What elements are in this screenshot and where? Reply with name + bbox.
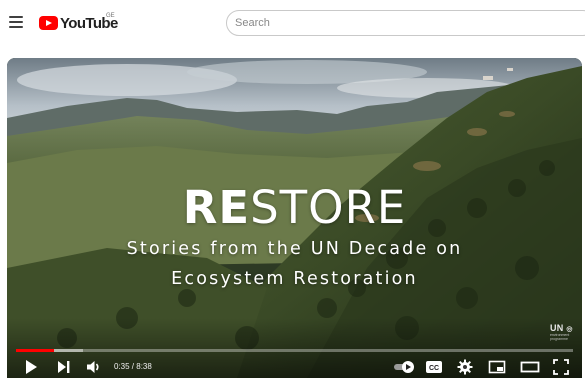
region-code: GE [106, 13, 115, 19]
fullscreen-icon[interactable] [553, 359, 569, 375]
masthead: YouTube GE [0, 0, 585, 48]
played-bar [16, 349, 54, 352]
captions-icon[interactable]: CC [425, 359, 443, 375]
title-light-part: STORE [250, 181, 407, 234]
settings-icon[interactable] [457, 359, 473, 375]
next-icon[interactable] [57, 359, 71, 375]
current-time: 0:35 [114, 362, 130, 371]
duration: 8:38 [136, 362, 152, 371]
title-bold-part: RE [182, 181, 251, 234]
subtitle-line-1: Stories from the UN Decade on [126, 239, 463, 259]
restore-title: RESTORE [7, 182, 582, 234]
play-icon[interactable] [24, 359, 38, 375]
theater-mode-icon[interactable] [520, 359, 540, 375]
svg-text:CC: CC [429, 365, 439, 372]
video-title-overlay: RESTORE Stories from the UN Decade on Ec… [7, 182, 582, 294]
youtube-play-logo-icon [39, 16, 58, 30]
hamburger-menu-icon[interactable] [9, 16, 23, 28]
video-player[interactable]: RESTORE Stories from the UN Decade on Ec… [7, 58, 582, 378]
subtitle-line-2: Ecosystem Restoration [171, 269, 418, 289]
autoplay-toggle-icon[interactable] [393, 359, 415, 375]
volume-icon[interactable] [86, 359, 102, 375]
search-input[interactable] [235, 14, 535, 32]
progress-bar[interactable] [16, 349, 573, 352]
time-display: 0:35 / 8:38 [114, 362, 152, 371]
miniplayer-icon[interactable] [488, 359, 506, 375]
player-controls: 0:35 / 8:38 CC [7, 356, 582, 378]
search-box[interactable] [226, 10, 585, 36]
